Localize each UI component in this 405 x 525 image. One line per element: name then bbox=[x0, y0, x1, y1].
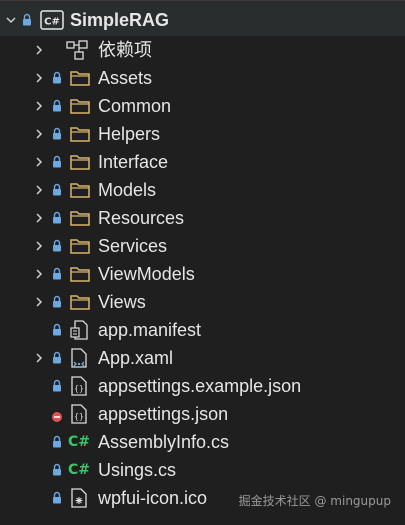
folder-node-models[interactable]: Models bbox=[0, 176, 405, 204]
project-node[interactable]: C# SimpleRAG bbox=[0, 4, 405, 36]
file-label: App.xaml bbox=[98, 348, 174, 368]
csharp-project-icon: C# bbox=[40, 10, 64, 30]
chevron-right-icon[interactable] bbox=[32, 43, 46, 57]
lock-icon bbox=[52, 267, 62, 280]
chevron-right-icon[interactable] bbox=[32, 71, 46, 85]
folder-icon bbox=[70, 266, 90, 282]
folder-label: Interface bbox=[98, 152, 169, 172]
csharp-file-icon: C# bbox=[68, 462, 91, 478]
file-label: AssemblyInfo.cs bbox=[98, 432, 230, 452]
chevron-right-icon[interactable] bbox=[32, 351, 46, 365]
svg-text:{}: {} bbox=[74, 384, 84, 393]
lock-icon bbox=[52, 155, 62, 168]
folder-icon bbox=[70, 154, 90, 170]
folder-node-interface[interactable]: Interface bbox=[0, 148, 405, 176]
folder-node-helpers[interactable]: Helpers bbox=[0, 120, 405, 148]
xaml-file-icon bbox=[70, 348, 88, 368]
lock-icon bbox=[52, 463, 62, 476]
file-label: appsettings.json bbox=[98, 404, 229, 424]
dependencies-node[interactable]: 依赖项 bbox=[0, 36, 405, 64]
chevron-right-icon[interactable] bbox=[32, 183, 46, 197]
svg-text:C#: C# bbox=[44, 17, 60, 28]
file-node-appsettings-json[interactable]: {} appsettings.json bbox=[0, 400, 405, 428]
folder-node-common[interactable]: Common bbox=[0, 92, 405, 120]
file-node-appsettings-example-json[interactable]: {} appsettings.example.json bbox=[0, 372, 405, 400]
lock-icon bbox=[52, 211, 62, 224]
file-node-usings-cs[interactable]: C# Usings.cs bbox=[0, 456, 405, 484]
excluded-icon bbox=[52, 409, 62, 422]
top-rule bbox=[0, 0, 405, 1]
folder-icon bbox=[70, 294, 90, 310]
folder-node-assets[interactable]: Assets bbox=[0, 64, 405, 92]
file-node-app-xaml[interactable]: App.xaml bbox=[0, 344, 405, 372]
file-node-assemblyinfo-cs[interactable]: C# AssemblyInfo.cs bbox=[0, 428, 405, 456]
folder-label: ViewModels bbox=[98, 264, 195, 284]
file-label: Usings.cs bbox=[98, 460, 177, 480]
folder-label: Common bbox=[98, 96, 172, 116]
lock-icon bbox=[52, 435, 62, 448]
dependencies-icon bbox=[66, 40, 88, 60]
chevron-right-icon[interactable] bbox=[32, 155, 46, 169]
lock-icon bbox=[52, 491, 62, 504]
lock-icon bbox=[52, 379, 62, 392]
svg-text:{}: {} bbox=[74, 412, 84, 421]
lock-icon bbox=[52, 183, 62, 196]
manifest-file-icon bbox=[70, 320, 88, 340]
json-file-icon: {} bbox=[70, 376, 88, 396]
project-name: SimpleRAG bbox=[70, 10, 170, 30]
chevron-down-icon[interactable] bbox=[4, 13, 18, 27]
folder-node-services[interactable]: Services bbox=[0, 232, 405, 260]
ico-file-icon bbox=[70, 488, 88, 508]
chevron-right-icon[interactable] bbox=[32, 211, 46, 225]
file-label: app.manifest bbox=[98, 320, 202, 340]
folder-label: Services bbox=[98, 236, 168, 256]
folder-node-viewmodels[interactable]: ViewModels bbox=[0, 260, 405, 288]
folder-icon bbox=[70, 182, 90, 198]
dependencies-label: 依赖项 bbox=[98, 40, 152, 60]
folder-node-resources[interactable]: Resources bbox=[0, 204, 405, 232]
folder-label: Resources bbox=[98, 208, 185, 228]
folder-label: Helpers bbox=[98, 124, 161, 144]
lock-icon bbox=[52, 127, 62, 140]
folder-label: Views bbox=[98, 292, 146, 312]
json-file-icon: {} bbox=[70, 404, 88, 424]
lock-icon bbox=[52, 351, 62, 364]
folder-icon bbox=[70, 70, 90, 86]
lock-icon bbox=[52, 295, 62, 308]
lock-icon bbox=[52, 99, 62, 112]
lock-icon bbox=[52, 71, 62, 84]
folder-label: Models bbox=[98, 180, 157, 200]
chevron-right-icon[interactable] bbox=[32, 99, 46, 113]
file-label: appsettings.example.json bbox=[98, 376, 302, 396]
csharp-file-icon: C# bbox=[68, 434, 91, 450]
file-node-app-manifest[interactable]: app.manifest bbox=[0, 316, 405, 344]
file-label: wpfui-icon.ico bbox=[98, 488, 208, 508]
chevron-right-icon[interactable] bbox=[32, 239, 46, 253]
lock-icon bbox=[52, 323, 62, 336]
folder-icon bbox=[70, 98, 90, 114]
lock-icon bbox=[52, 239, 62, 252]
folder-icon bbox=[70, 210, 90, 226]
watermark: 掘金技术社区 @ mingupup bbox=[238, 494, 391, 508]
lock-icon bbox=[22, 13, 32, 26]
folder-node-views[interactable]: Views bbox=[0, 288, 405, 316]
folder-icon bbox=[70, 126, 90, 142]
chevron-right-icon[interactable] bbox=[32, 127, 46, 141]
folder-label: Assets bbox=[98, 68, 153, 88]
chevron-right-icon[interactable] bbox=[32, 295, 46, 309]
folder-icon bbox=[70, 238, 90, 254]
chevron-right-icon[interactable] bbox=[32, 267, 46, 281]
